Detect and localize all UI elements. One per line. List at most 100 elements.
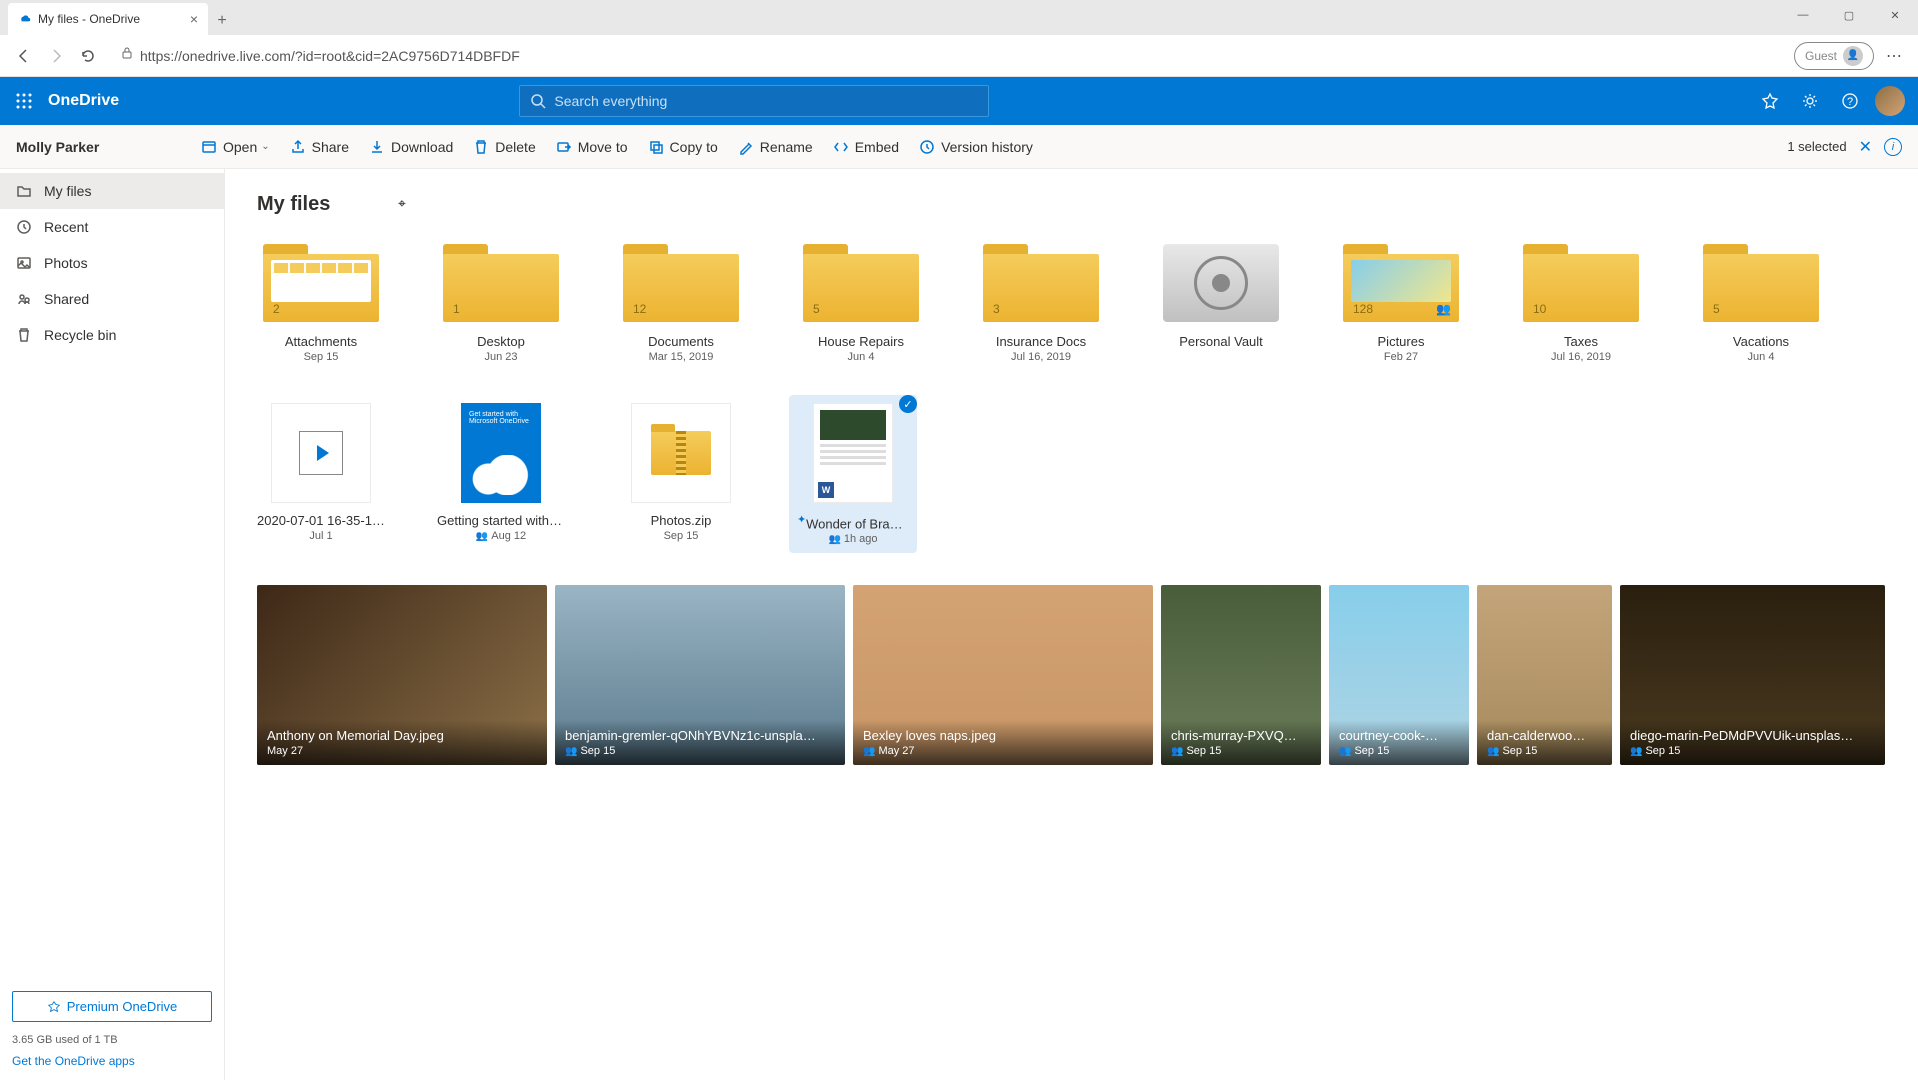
tile-date: Jun 4 — [1748, 351, 1775, 363]
browser-tab-strip: My files - OneDrive × + — ▢ ✕ — [0, 0, 1918, 35]
delete-button[interactable]: Delete — [463, 131, 545, 163]
folder-tile[interactable]: 2AttachmentsSep 15 — [257, 244, 385, 363]
folder-tile[interactable]: 10TaxesJul 16, 2019 — [1517, 244, 1645, 363]
tile-name: Pictures — [1337, 334, 1465, 349]
tile-date: Jun 4 — [848, 351, 875, 363]
tile-date: Sep 15 — [304, 351, 339, 363]
folder-tile[interactable]: 1DesktopJun 23 — [437, 244, 565, 363]
photo-tile[interactable]: chris-murray-PXVQ…👥Sep 15 — [1161, 585, 1321, 765]
docx-thumb: W — [813, 403, 893, 503]
browser-tab[interactable]: My files - OneDrive × — [8, 3, 208, 35]
refresh-button[interactable] — [72, 40, 104, 72]
shared-icon: 👥 — [1630, 746, 1642, 757]
shared-icon: 👥 — [1487, 746, 1499, 757]
url-text: https://onedrive.live.com/?id=root&cid=2… — [140, 48, 520, 64]
photo-tile[interactable]: benjamin-gremler-qONhYBVNz1c-unspla… 👥Sep… — [555, 585, 845, 765]
nav-shared[interactable]: Shared — [0, 281, 224, 317]
search-input[interactable] — [554, 93, 978, 109]
open-button[interactable]: Open⌄ — [191, 131, 280, 163]
close-window-button[interactable]: ✕ — [1872, 0, 1918, 30]
nav-recycle-bin[interactable]: Recycle bin — [0, 317, 224, 353]
copy-to-button[interactable]: Copy to — [638, 131, 728, 163]
video-icon — [271, 403, 371, 503]
share-button[interactable]: Share — [280, 131, 359, 163]
tile-name: ✦Wonder of Brazil.docx — [797, 513, 909, 531]
folder-tile[interactable]: 12DocumentsMar 15, 2019 — [617, 244, 745, 363]
profile-button[interactable]: Guest 👤 — [1794, 42, 1874, 70]
tile-name: House Repairs — [797, 334, 925, 349]
move-to-button[interactable]: Move to — [546, 131, 638, 163]
photo-date: 👥Sep 15 — [1630, 745, 1875, 757]
tile-date: Sep 15 — [664, 530, 699, 542]
rename-button[interactable]: Rename — [728, 131, 823, 163]
nav-recent[interactable]: Recent — [0, 209, 224, 245]
settings-icon[interactable] — [1790, 77, 1830, 125]
help-icon[interactable]: ? — [1830, 77, 1870, 125]
storage-usage: 3.65 GB used of 1 TB — [12, 1034, 212, 1046]
file-tile[interactable]: ✓ W ✦Wonder of Brazil.docx 👥1h ago — [789, 395, 917, 553]
folder-tile[interactable]: 5House RepairsJun 4 — [797, 244, 925, 363]
folder-tile[interactable]: Personal Vault — [1157, 244, 1285, 363]
premium-button[interactable]: Premium OneDrive — [12, 991, 212, 1022]
tile-name: Vacations — [1697, 334, 1825, 349]
tile-name: Getting started with On… — [437, 513, 565, 528]
photo-date: May 27 — [267, 745, 537, 757]
search-box[interactable] — [519, 85, 989, 117]
close-tab-icon[interactable]: × — [190, 11, 198, 27]
photo-name: benjamin-gremler-qONhYBVNz1c-unspla… — [565, 728, 835, 743]
tile-date: 👥Aug 12 — [476, 530, 526, 542]
user-avatar[interactable] — [1870, 77, 1910, 125]
version-history-button[interactable]: Version history — [909, 131, 1043, 163]
browser-menu-button[interactable]: ⋯ — [1878, 46, 1910, 66]
details-pane-button[interactable]: i — [1884, 138, 1902, 156]
photo-date: 👥Sep 15 — [565, 745, 835, 757]
tile-name: Desktop — [437, 334, 565, 349]
folder-tile[interactable]: 3Insurance DocsJul 16, 2019 — [977, 244, 1105, 363]
photo-tile[interactable]: courtney-cook-…👥Sep 15 — [1329, 585, 1469, 765]
photo-date: 👥May 27 — [863, 745, 1143, 757]
product-name[interactable]: OneDrive — [48, 92, 119, 110]
folder-icon: 1 — [443, 244, 559, 322]
shared-icon: 👥 — [1171, 746, 1183, 757]
nav-my-files[interactable]: My files — [0, 173, 224, 209]
embed-button[interactable]: Embed — [823, 131, 909, 163]
shared-icon: 👥 — [863, 746, 875, 757]
tile-date: Jul 1 — [309, 530, 332, 542]
download-button[interactable]: Download — [359, 131, 463, 163]
folder-grid: 2AttachmentsSep 151DesktopJun 2312Docume… — [257, 244, 1886, 363]
tile-date: 👥1h ago — [828, 533, 877, 545]
photo-row: Anthony on Memorial Day.jpegMay 27benjam… — [257, 585, 1886, 765]
pdf-thumb: Get started withMicrosoft OneDrive — [461, 403, 541, 503]
clear-selection-button[interactable]: ✕ — [1859, 137, 1872, 157]
folder-tile[interactable]: 5VacationsJun 4 — [1697, 244, 1825, 363]
file-tile[interactable]: Photos.zip Sep 15 — [617, 403, 745, 545]
minimize-button[interactable]: — — [1780, 0, 1826, 30]
new-tab-button[interactable]: + — [208, 7, 236, 35]
back-button[interactable] — [8, 40, 40, 72]
tile-name: Photos.zip — [617, 513, 745, 528]
maximize-button[interactable]: ▢ — [1826, 0, 1872, 30]
selected-check-icon: ✓ — [899, 395, 917, 413]
file-tile[interactable]: 2020-07-01 16-35-10.m…Jul 1 — [257, 403, 385, 545]
tile-name: Insurance Docs — [977, 334, 1105, 349]
folder-icon: 2 — [263, 244, 379, 322]
shared-icon: 👥 — [1339, 746, 1351, 757]
photo-tile[interactable]: Bexley loves naps.jpeg👥May 27 — [853, 585, 1153, 765]
get-apps-link[interactable]: Get the OneDrive apps — [12, 1054, 212, 1068]
photo-date: 👥Sep 15 — [1339, 745, 1459, 757]
owner-name: Molly Parker — [16, 139, 191, 155]
photo-tile[interactable]: Anthony on Memorial Day.jpegMay 27 — [257, 585, 547, 765]
app-launcher-button[interactable] — [0, 77, 48, 125]
photo-tile[interactable]: diego-marin-PeDMdPVVUik-unsplas…👥Sep 15 — [1620, 585, 1885, 765]
nav-photos[interactable]: Photos — [0, 245, 224, 281]
premium-icon[interactable] — [1750, 77, 1790, 125]
tile-name: Documents — [617, 334, 745, 349]
url-field[interactable]: https://onedrive.live.com/?id=root&cid=2… — [112, 46, 1786, 65]
forward-button[interactable] — [40, 40, 72, 72]
file-tile[interactable]: Get started withMicrosoft OneDrive Gettin… — [437, 403, 565, 545]
guest-avatar-icon: 👤 — [1843, 46, 1863, 66]
folder-tile[interactable]: 128👥PicturesFeb 27 — [1337, 244, 1465, 363]
command-bar: Molly Parker Open⌄ Share Download Delete… — [0, 125, 1918, 169]
tile-date: Jul 16, 2019 — [1551, 351, 1611, 363]
photo-tile[interactable]: dan-calderwoo…👥Sep 15 — [1477, 585, 1612, 765]
